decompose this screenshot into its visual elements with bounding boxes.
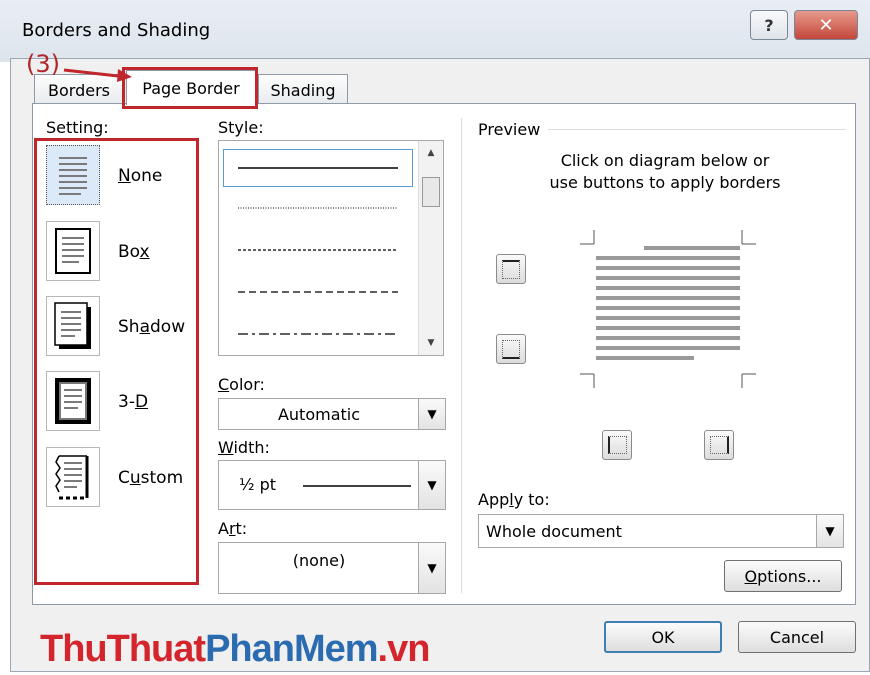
color-value: Automatic [277, 404, 361, 424]
ok-button[interactable]: OK [604, 621, 722, 653]
left-border-icon [607, 436, 627, 454]
width-value: ½ pt [239, 475, 277, 494]
style-option-fine-dashed[interactable] [223, 231, 413, 269]
chevron-down-icon[interactable]: ▼ [418, 543, 445, 593]
annotation-label: (3) [26, 50, 60, 78]
annotation-highlight-setting [34, 138, 199, 585]
style-option-dash-dot[interactable] [223, 315, 413, 353]
preview-label: Preview [478, 120, 541, 139]
style-scrollbar[interactable]: ▲ ▼ [418, 141, 443, 355]
preview-instructions: Click on diagram below or use buttons to… [490, 150, 840, 194]
scroll-thumb[interactable] [422, 177, 440, 207]
apply-to-value: Whole document [486, 522, 622, 541]
bottom-border-button[interactable] [496, 334, 526, 364]
style-option-dashed[interactable] [223, 273, 413, 311]
preview-instruction-line1: Click on diagram below or [560, 151, 770, 170]
window-title: Borders and Shading [22, 20, 211, 41]
style-label: Style: [218, 118, 264, 137]
divider [461, 118, 462, 593]
apply-to-label: Apply to: [478, 490, 550, 509]
tab-shading[interactable]: Shading [258, 74, 348, 105]
color-dropdown[interactable]: Automatic ▼ [218, 398, 446, 430]
watermark-logo: ThuThuatPhanMem.vn [40, 628, 431, 671]
scroll-up-icon[interactable]: ▲ [419, 143, 443, 163]
left-border-button[interactable] [602, 430, 632, 460]
right-border-icon [709, 436, 729, 454]
preview-group-line [548, 129, 846, 130]
style-option-dotted[interactable] [223, 189, 413, 227]
width-sample-line [303, 485, 411, 487]
annotation-arrow-icon [63, 68, 132, 82]
chevron-down-icon[interactable]: ▼ [418, 399, 445, 429]
width-label: Width: [218, 438, 270, 457]
width-dropdown[interactable]: ½ pt ▼ [218, 460, 446, 510]
scroll-down-icon[interactable]: ▼ [419, 333, 443, 353]
help-button[interactable]: ? [750, 10, 788, 40]
annotation-highlight-tab [122, 67, 258, 109]
top-border-button[interactable] [496, 254, 526, 284]
options-button[interactable]: Options... [724, 560, 842, 592]
art-value: (none) [292, 551, 346, 570]
art-label: Art: [218, 519, 248, 538]
right-border-button[interactable] [704, 430, 734, 460]
style-listbox[interactable]: ▲ ▼ [218, 140, 444, 356]
close-button[interactable]: ✕ [794, 10, 858, 40]
chevron-down-icon[interactable]: ▼ [816, 515, 843, 547]
watermark-part1: ThuThuat [40, 628, 206, 670]
watermark-part2: PhanMem [205, 628, 378, 670]
chevron-down-icon[interactable]: ▼ [418, 461, 445, 509]
bottom-border-icon [502, 339, 520, 359]
cancel-button[interactable]: Cancel [738, 621, 856, 653]
color-label: Color: [218, 375, 265, 394]
tab-label: Shading [270, 80, 336, 100]
apply-to-dropdown[interactable]: Whole document ▼ [478, 514, 844, 548]
preview-diagram[interactable] [574, 228, 762, 392]
art-dropdown[interactable]: (none) ▼ [218, 542, 446, 594]
top-border-icon [502, 259, 520, 279]
watermark-part3: .vn [377, 628, 431, 670]
style-option-solid[interactable] [223, 149, 413, 187]
setting-label: Setting: [46, 118, 109, 137]
preview-instruction-line2: use buttons to apply borders [549, 173, 781, 192]
